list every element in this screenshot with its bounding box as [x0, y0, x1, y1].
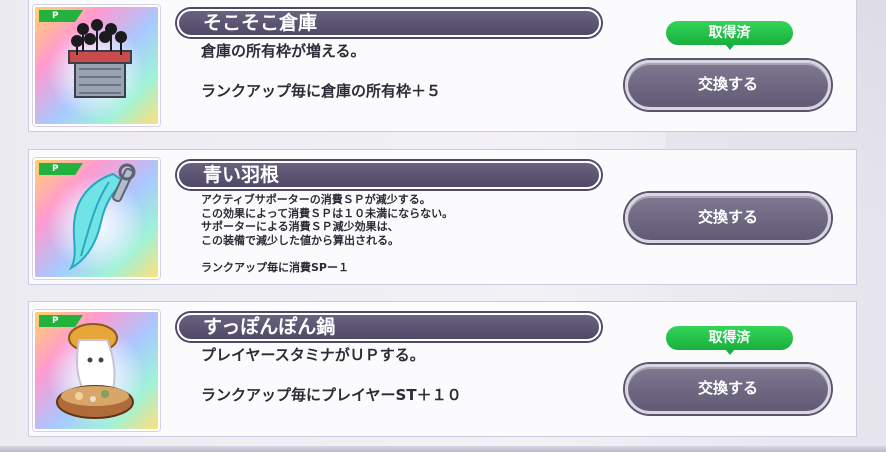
exchange-button[interactable]: 交換する [625, 364, 831, 414]
blue-feather-key-icon [68, 163, 136, 271]
exchange-button[interactable]: 交換する [625, 60, 831, 110]
description-line: この装備で減少した値から算出される。 [201, 233, 399, 247]
item-thumbnail: P [33, 310, 160, 431]
item-thumbnail: P [33, 158, 160, 279]
item-description: アクティブサポーターの消費ＳＰが減少する。 この効果によって消費ＳＰは１０未満に… [201, 193, 453, 274]
warehouse-with-crowd-icon [68, 19, 132, 98]
shop-item-card: P そこそこ倉庫 倉庫の所有枠が増える。 ランクアップ毎に倉庫の所有枠＋５ 取得… [28, 0, 857, 132]
description-line: アクティブサポーターの消費ＳＰが減少する。 [201, 193, 431, 206]
ghost-hotpot-icon [56, 323, 134, 419]
description-line [201, 365, 462, 385]
description-line: この効果によって消費ＳＰは１０未満にならない。 [201, 206, 454, 220]
description-line: プレイヤースタミナがＵＰする。 [201, 346, 425, 364]
bottom-edge [0, 446, 886, 452]
description-line: 倉庫の所有枠が増える。 [201, 42, 366, 60]
item-title: 青い羽根 [177, 161, 601, 189]
item-title: そこそこ倉庫 [177, 9, 601, 37]
status-badge: 取得済 [666, 21, 793, 50]
exchange-button[interactable]: 交換する [625, 193, 831, 243]
item-description: プレイヤースタミナがＵＰする。 ランクアップ毎にプレイヤーST＋１０ [201, 345, 462, 405]
description-line: サポーターによる消費ＳＰ減少効果は、 [201, 220, 399, 233]
description-line [201, 247, 453, 261]
status-badge: 取得済 [666, 326, 793, 355]
item-title: すっぽんぽん鍋 [177, 313, 601, 341]
description-line: ランクアップ毎に消費SPー１ [201, 260, 349, 274]
description-line [201, 61, 441, 81]
item-description: 倉庫の所有枠が増える。 ランクアップ毎に倉庫の所有枠＋５ [201, 41, 441, 101]
description-line: ランクアップ毎にプレイヤーST＋１０ [201, 386, 462, 404]
item-thumbnail: P [33, 5, 160, 126]
description-line: ランクアップ毎に倉庫の所有枠＋５ [201, 82, 442, 100]
shop-item-card: P 青い羽根 アクティブサポーターの消費ＳＰが減少する。 この効果によって消費Ｓ… [28, 149, 857, 285]
shop-item-card: P すっぽんぽん鍋 プレイヤースタミナがＵＰする。 ランクアップ毎にプレイヤーS… [28, 301, 857, 437]
